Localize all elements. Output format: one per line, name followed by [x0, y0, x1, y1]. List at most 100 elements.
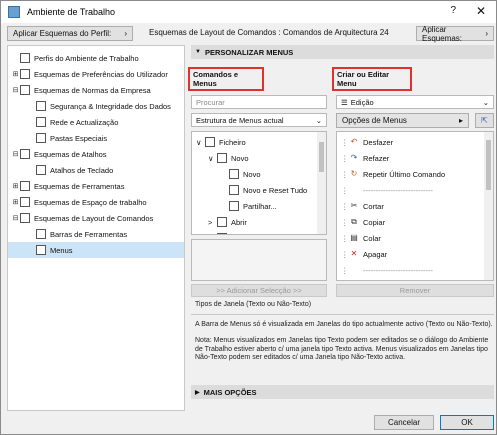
command-label: Novo [243, 169, 261, 179]
command-item[interactable]: Novo e Reset Tudo [192, 182, 326, 198]
chevron-right-icon: › [124, 29, 127, 38]
tree-item[interactable]: Rede e Actualização [8, 114, 184, 130]
expand-icon[interactable]: ⊞ [11, 182, 20, 190]
customize-menus-title: PERSONALIZAR MENUS [204, 47, 294, 57]
commands-scrollbar[interactable] [317, 132, 326, 234]
drag-handle-icon[interactable]: ⋮ [341, 170, 349, 179]
window-title: Ambiente de Trabalho [27, 7, 116, 17]
menu-item-label: Cortar [363, 201, 384, 211]
tree-item-label: Pastas Especiais [50, 133, 108, 143]
tree-node-icon [36, 117, 46, 127]
menu-item[interactable]: ⋮ ✂ Cortar [337, 198, 493, 214]
folder-icon [205, 137, 215, 147]
more-options-header[interactable]: ▶ MAIS OPÇÕES [191, 385, 494, 399]
scroll-thumb[interactable] [319, 142, 324, 172]
delete-icon: ✕ [350, 249, 358, 258]
command-item[interactable]: > Abrir [192, 214, 326, 230]
menu-item-label: Refazer [363, 153, 390, 163]
drag-handle-icon[interactable]: ⋮ [341, 186, 349, 195]
toggle-icon[interactable]: ∨ [196, 138, 205, 147]
menu-item-label: Copiar [363, 217, 386, 227]
menu-item-label: ---------------------------- [363, 185, 433, 195]
tree-item-label: Esquemas de Normas da Empresa [34, 85, 151, 95]
tree-item[interactable]: Perfis do Ambiente de Trabalho [8, 50, 184, 66]
search-input[interactable]: Procurar [191, 95, 327, 109]
command-label: Novo [231, 153, 249, 163]
window-types-title: Tipos de Janela (Texto ou Não-Texto) [191, 301, 494, 315]
drag-handle-icon[interactable]: ⋮ [341, 266, 349, 275]
add-selection-button[interactable]: >> Adicionar Selecção >> [191, 284, 327, 297]
drag-handle-icon[interactable]: ⋮ [341, 154, 349, 163]
command-label: Partilhar... [243, 201, 277, 211]
menu-separator[interactable]: ⋮ ---------------------------- [337, 262, 493, 278]
menu-item[interactable]: ⋮ ▤ Colar [337, 230, 493, 246]
menu-item[interactable]: ⋮⬚Seleccionar Tudo [337, 278, 493, 280]
tree-item[interactable]: ⊟ Esquemas de Atalhos [8, 146, 184, 162]
drag-handle-icon[interactable]: ⋮ [341, 202, 349, 211]
cancel-button[interactable]: Cancelar [374, 415, 434, 430]
menu-scrollbar[interactable] [484, 132, 493, 280]
tree-item[interactable]: Menus [8, 242, 184, 258]
menu-separator[interactable]: ⋮ ---------------------------- [337, 182, 493, 198]
menu-item[interactable]: ⋮ ↷ Refazer [337, 150, 493, 166]
command-item[interactable]: ∨ Novo [192, 150, 326, 166]
drag-handle-icon[interactable]: ⋮ [341, 250, 349, 259]
command-item[interactable]: Novo [192, 166, 326, 182]
tree-item[interactable]: Atalhos de Teclado [8, 162, 184, 178]
toggle-icon[interactable]: > [208, 218, 217, 227]
new-menu-icon[interactable]: ⇱ [475, 113, 494, 128]
document-icon [229, 185, 239, 195]
tree-node-icon [20, 213, 30, 223]
document-icon [229, 201, 239, 211]
tree-item-label: Esquemas de Layout de Comandos [34, 213, 154, 223]
breadcrumb: Esquemas de Layout de Comandos : Comando… [149, 28, 389, 37]
tree-item-label: Esquemas de Espaço de trabalho [34, 197, 147, 207]
top-toolbar: Aplicar Esquemas do Perfil: › Esquemas d… [1, 23, 496, 43]
document-icon [229, 169, 239, 179]
customize-menus-header[interactable]: ▼ PERSONALIZAR MENUS [191, 45, 494, 59]
menu-items-list: ⋮ ↶ Desfazer ⋮ ↷ Refazer ⋮ ↻ Repetir Último Coma… [336, 131, 494, 281]
tree-item[interactable]: ⊞ Esquemas de Ferramentas [8, 178, 184, 194]
collapse-icon[interactable]: ⊟ [11, 150, 20, 158]
menu-item[interactable]: ⋮ ↻ Repetir Último Comando [337, 166, 493, 182]
document-icon [217, 233, 227, 234]
close-icon[interactable]: ✕ [476, 4, 486, 18]
collapse-icon[interactable]: ⊟ [11, 86, 20, 94]
scroll-thumb[interactable] [486, 140, 491, 190]
tree-item[interactable]: Segurança & Integridade dos Dados [8, 98, 184, 114]
help-icon[interactable]: ? [450, 5, 456, 16]
drag-handle-icon[interactable]: ⋮ [341, 138, 349, 147]
command-item[interactable]: Partilhar... [192, 198, 326, 214]
ok-button[interactable]: OK [440, 415, 494, 430]
edit-menu-select[interactable]: ☰ Edição ⌄ [336, 95, 494, 109]
drag-handle-icon[interactable]: ⋮ [341, 218, 349, 227]
tree-item-label: Atalhos de Teclado [50, 165, 114, 175]
structure-select[interactable]: Estrutura de Menus actual ⌄ [191, 113, 327, 127]
tree-item[interactable]: Barras de Ferramentas [8, 226, 184, 242]
tree-node-icon [20, 53, 30, 63]
folder-icon [217, 217, 227, 227]
tree-item[interactable]: ⊟ Esquemas de Layout de Comandos [8, 210, 184, 226]
menu-item[interactable]: ⋮ ↶ Desfazer [337, 134, 493, 150]
command-label: Ficheiro [219, 137, 246, 147]
toggle-icon[interactable]: ∨ [208, 154, 217, 163]
tree-item[interactable]: ⊟ Esquemas de Normas da Empresa [8, 82, 184, 98]
tree-node-icon [20, 181, 30, 191]
expand-icon[interactable]: ⊞ [11, 198, 20, 206]
tree-item[interactable]: ⊞ Esquemas de Preferências do Utilizador [8, 66, 184, 82]
expand-icon[interactable]: ⊞ [11, 70, 20, 78]
menu-item[interactable]: ⋮ ✕ Apagar [337, 246, 493, 262]
more-options-title: MAIS OPÇÕES [203, 387, 257, 397]
menu-item[interactable]: ⋮ ⧉ Copiar [337, 214, 493, 230]
apply-profile-button[interactable]: Aplicar Esquemas do Perfil: › [7, 26, 133, 41]
collapse-icon[interactable]: ⊟ [11, 214, 20, 222]
apply-schemes-button[interactable]: Aplicar Esquemas: › [416, 25, 494, 43]
command-item[interactable]: Fechar Projecto [192, 230, 326, 234]
command-item[interactable]: ∨ Ficheiro [192, 134, 326, 150]
tree-item[interactable]: ⊞ Esquemas de Espaço de trabalho [8, 194, 184, 210]
tree-item-label: Rede e Actualização [50, 117, 119, 127]
remove-button[interactable]: Remover [336, 284, 494, 297]
menu-options-button[interactable]: Opções de Menus ▸ [336, 113, 469, 128]
tree-item[interactable]: Pastas Especiais [8, 130, 184, 146]
drag-handle-icon[interactable]: ⋮ [341, 234, 349, 243]
